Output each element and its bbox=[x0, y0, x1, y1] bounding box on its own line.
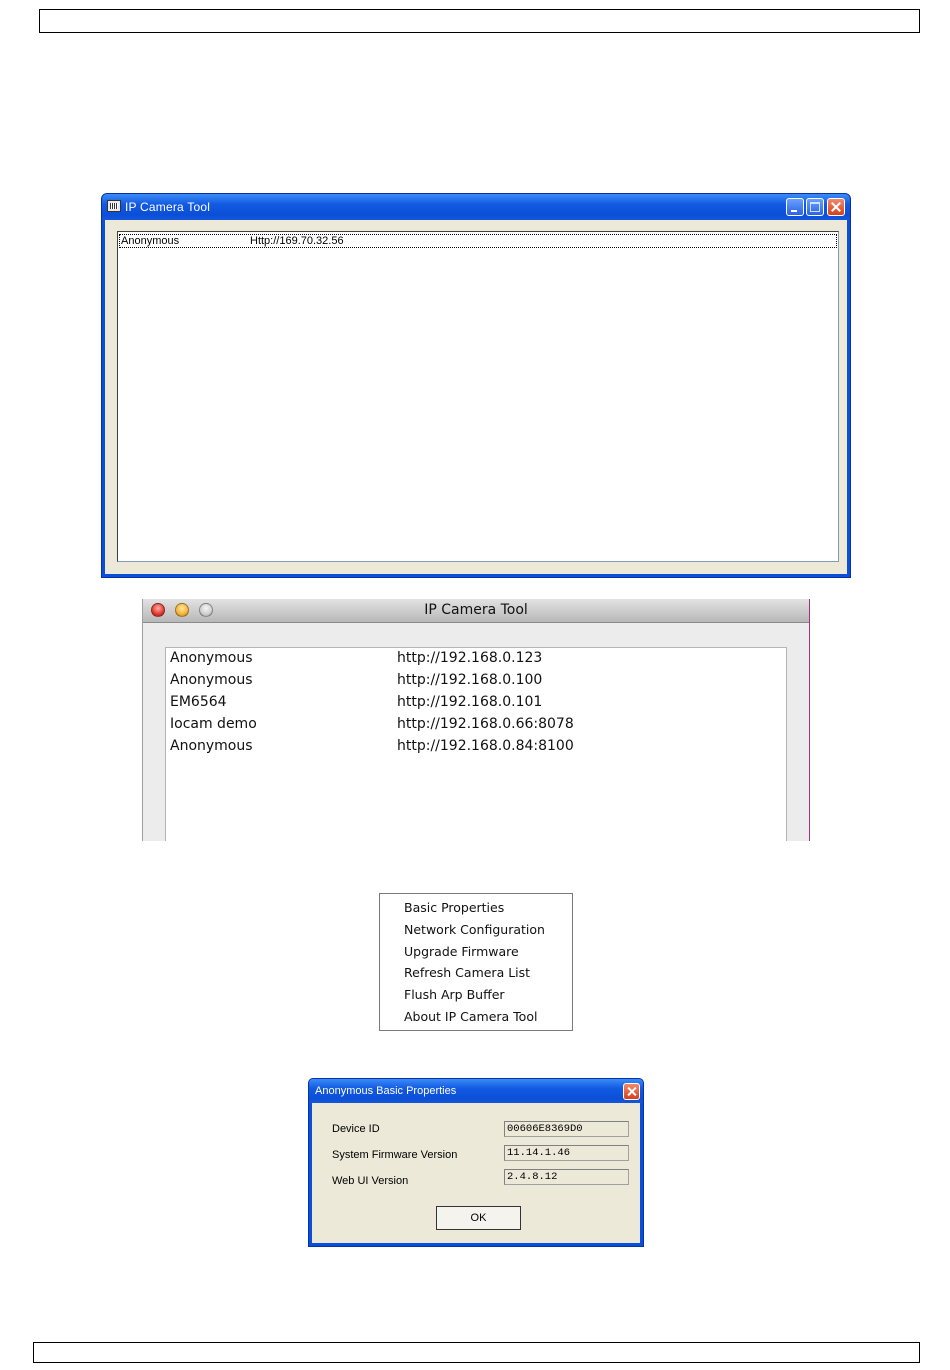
ok-button[interactable]: OK bbox=[436, 1206, 521, 1230]
camera-name: Anonymous bbox=[121, 235, 180, 247]
mac-titlebar[interactable]: IP Camera Tool bbox=[143, 599, 809, 623]
basic-properties-dialog: Anonymous Basic Properties Device ID 006… bbox=[308, 1078, 644, 1247]
camera-list-row[interactable]: Anonymous Http://169.70.32.56 bbox=[119, 234, 837, 248]
camera-name: EM6564 bbox=[170, 694, 227, 710]
maximize-icon[interactable] bbox=[806, 198, 824, 216]
web-ui-version-label: Web UI Version bbox=[332, 1175, 409, 1187]
camera-tool-icon bbox=[107, 200, 121, 212]
xp-window-title: IP Camera Tool bbox=[125, 200, 211, 214]
camera-name: Iocam demo bbox=[170, 716, 257, 732]
dialog-title: Anonymous Basic Properties bbox=[315, 1085, 457, 1097]
menu-item-flush-arp-buffer[interactable]: Flush Arp Buffer bbox=[404, 987, 505, 1007]
camera-url: Http://169.70.32.56 bbox=[250, 235, 344, 247]
device-id-label: Device ID bbox=[332, 1123, 380, 1135]
camera-url: http://192.168.0.123 bbox=[397, 650, 543, 666]
menu-item-refresh-camera-list[interactable]: Refresh Camera List bbox=[404, 965, 530, 985]
mac-ip-camera-tool-window: IP Camera Tool Anonymous http://192.168.… bbox=[142, 599, 810, 841]
camera-url: http://192.168.0.84:8100 bbox=[397, 738, 574, 754]
mac-window-title: IP Camera Tool bbox=[424, 602, 528, 618]
camera-name: Anonymous bbox=[170, 650, 253, 666]
camera-name: Anonymous bbox=[170, 672, 253, 688]
firmware-version-label: System Firmware Version bbox=[332, 1149, 458, 1161]
page-footer-box bbox=[33, 1342, 920, 1363]
xp-titlebar[interactable]: IP Camera Tool bbox=[102, 194, 850, 220]
camera-url: http://192.168.0.100 bbox=[397, 672, 543, 688]
close-icon[interactable] bbox=[623, 1083, 640, 1100]
camera-list[interactable]: Anonymous http://192.168.0.123 Anonymous… bbox=[165, 647, 787, 841]
dialog-client-area: Device ID 00606E8369D0 System Firmware V… bbox=[312, 1103, 640, 1243]
camera-name: Anonymous bbox=[170, 738, 253, 754]
menu-item-upgrade-firmware[interactable]: Upgrade Firmware bbox=[404, 944, 519, 964]
web-ui-version-field: 2.4.8.12 bbox=[504, 1169, 629, 1185]
xp-ip-camera-tool-window: IP Camera Tool Anonymous Http://169.70.3… bbox=[101, 193, 851, 578]
menu-item-network-configuration[interactable]: Network Configuration bbox=[404, 922, 545, 942]
camera-url: http://192.168.0.66:8078 bbox=[397, 716, 574, 732]
close-icon[interactable] bbox=[827, 198, 845, 216]
device-id-field: 00606E8369D0 bbox=[504, 1121, 629, 1137]
menu-item-basic-properties[interactable]: Basic Properties bbox=[404, 900, 504, 920]
camera-url: http://192.168.0.101 bbox=[397, 694, 543, 710]
page-header-box bbox=[39, 9, 920, 33]
menu-item-about[interactable]: About IP Camera Tool bbox=[404, 1009, 537, 1029]
dialog-titlebar[interactable]: Anonymous Basic Properties bbox=[309, 1079, 643, 1103]
camera-context-menu: Basic Properties Network Configuration U… bbox=[379, 893, 573, 1031]
xp-client-area: Anonymous Http://169.70.32.56 bbox=[105, 220, 847, 574]
camera-list[interactable]: Anonymous Http://169.70.32.56 bbox=[117, 231, 839, 562]
minimize-icon[interactable] bbox=[786, 198, 804, 216]
firmware-version-field: 11.14.1.46 bbox=[504, 1145, 629, 1161]
